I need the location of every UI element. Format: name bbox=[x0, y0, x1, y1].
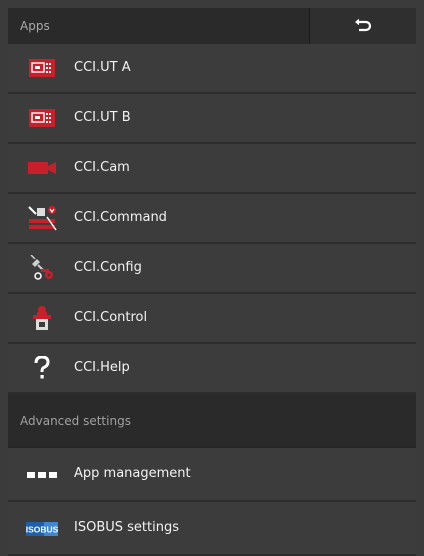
settings-item-isobus[interactable]: ISOBUS ISOBUS settings bbox=[8, 502, 416, 556]
control-icon bbox=[26, 306, 58, 330]
app-item-label: CCI.Help bbox=[74, 360, 130, 375]
section-title: Advanced settings bbox=[20, 414, 131, 428]
settings-item-app-management[interactable]: App management bbox=[8, 448, 416, 502]
app-item-cci-help[interactable]: CCI.Help bbox=[8, 344, 416, 394]
header-bar: Apps bbox=[8, 8, 416, 45]
app-item-label: CCI.Control bbox=[74, 310, 148, 325]
apps-screen: Apps CCI.UT A CCI.UT B CCI.Cam CCI.Comma… bbox=[0, 0, 424, 556]
page-title: Apps bbox=[20, 19, 50, 33]
advanced-settings-header: Advanced settings bbox=[8, 394, 416, 448]
app-item-label: CCI.UT B bbox=[74, 110, 131, 125]
return-arrow-icon bbox=[355, 18, 372, 32]
isobus-icon: ISOBUS bbox=[26, 517, 58, 541]
svg-text:ISOBUS: ISOBUS bbox=[26, 525, 58, 535]
settings-item-label: ISOBUS settings bbox=[74, 520, 179, 535]
app-item-cci-cam[interactable]: CCI.Cam bbox=[8, 144, 416, 194]
app-list: CCI.UT A CCI.UT B CCI.Cam CCI.Command CC… bbox=[8, 44, 416, 556]
settings-item-label: App management bbox=[74, 466, 191, 481]
app-grid-icon bbox=[26, 463, 58, 487]
app-item-cci-command[interactable]: CCI.Command bbox=[8, 194, 416, 244]
terminal-icon bbox=[26, 106, 58, 130]
app-item-cci-ut-a[interactable]: CCI.UT A bbox=[8, 44, 416, 94]
help-icon bbox=[26, 356, 58, 380]
app-item-cci-control[interactable]: CCI.Control bbox=[8, 294, 416, 344]
config-icon bbox=[26, 255, 58, 280]
app-item-label: CCI.Config bbox=[74, 260, 142, 275]
app-item-cci-ut-b[interactable]: CCI.UT B bbox=[8, 94, 416, 144]
app-item-label: CCI.Command bbox=[74, 210, 167, 225]
back-button[interactable] bbox=[309, 8, 416, 44]
terminal-icon bbox=[26, 56, 58, 80]
command-icon bbox=[26, 206, 58, 231]
app-item-label: CCI.UT A bbox=[74, 60, 131, 75]
camera-icon bbox=[26, 156, 58, 180]
app-item-label: CCI.Cam bbox=[74, 160, 130, 175]
app-item-cci-config[interactable]: CCI.Config bbox=[8, 244, 416, 294]
